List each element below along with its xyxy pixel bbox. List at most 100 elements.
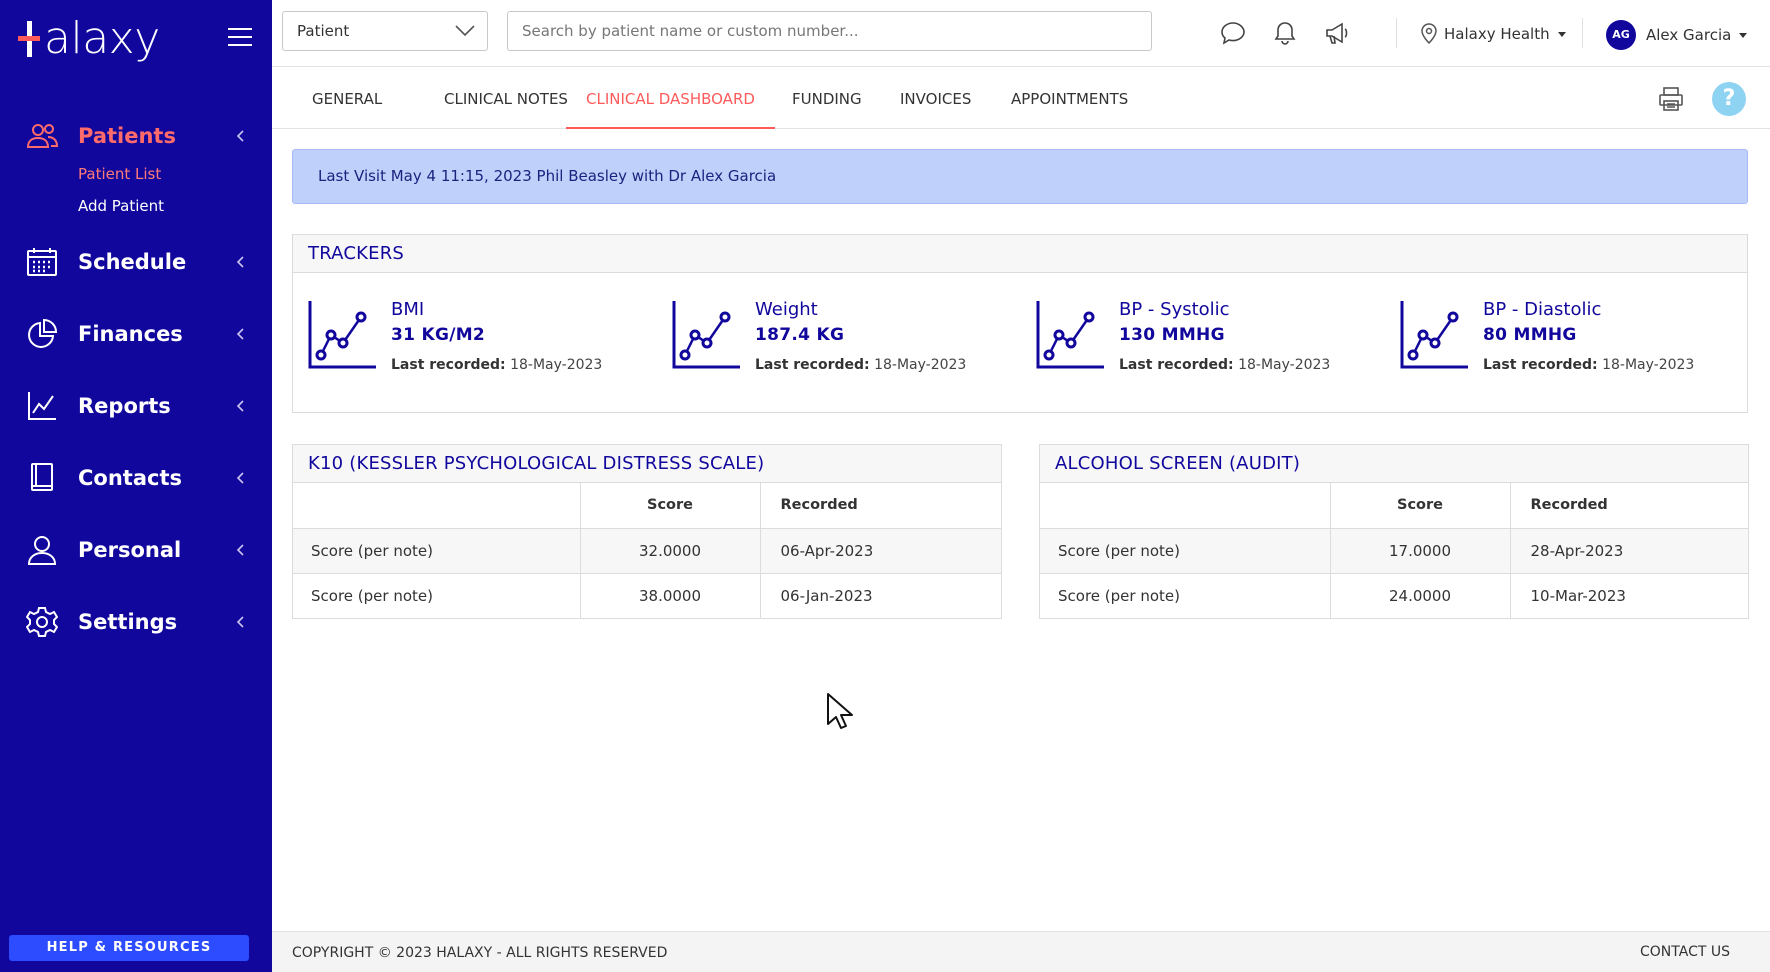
location-pin-icon [1421, 23, 1437, 45]
halaxy-logo[interactable]: alaxy [18, 14, 160, 64]
tracker-name: BP - Systolic [1119, 299, 1230, 320]
sidebar-nav: Patients Patient List Add Patient Schedu… [0, 100, 272, 658]
sidebar-item-reports[interactable]: Reports [0, 370, 272, 442]
mouse-cursor-icon [827, 693, 853, 729]
help-resources-button[interactable]: HELP & RESOURCES [9, 935, 249, 961]
chevron-left-icon [236, 400, 244, 412]
sidebar-item-patients[interactable]: Patients [0, 100, 272, 172]
hamburger-menu-icon[interactable] [228, 28, 252, 48]
logo-text: alaxy [44, 13, 160, 64]
top-bar: Patient Halaxy Health AG Alex Garcia [272, 0, 1770, 67]
footer: COPYRIGHT © 2023 HALAXY - ALL RIGHTS RES… [272, 931, 1770, 972]
panel-title: ALCOHOL SCREEN (AUDIT) [1040, 445, 1748, 483]
person-icon [26, 534, 58, 566]
megaphone-icon[interactable] [1324, 20, 1350, 46]
table-header-row: Score Recorded [1040, 483, 1748, 529]
row-recorded: 06-Jan-2023 [760, 573, 1001, 619]
sidebar: alaxy Patients Patient List Add Patient … [0, 0, 272, 972]
bell-icon[interactable] [1272, 20, 1298, 46]
sidebar-item-label: Patients [78, 124, 176, 148]
tab-clinical-notes[interactable]: CLINICAL NOTES [424, 68, 588, 129]
tab-invoices[interactable]: INVOICES [880, 68, 991, 129]
tracker-bp-diastolic[interactable]: BP - Diastolic 80 MMHG Last recorded: 18… [1385, 299, 1725, 379]
table-row[interactable]: Score (per note) 32.0000 06-Apr-2023 [293, 528, 1001, 574]
user-name: Alex Garcia [1646, 26, 1732, 44]
chevron-left-icon [236, 616, 244, 628]
patient-tabs: GENERAL CLINICAL NOTES CLINICAL DASHBOAR… [272, 68, 1770, 129]
chevron-left-icon [236, 544, 244, 556]
row-label: Score (per note) [293, 573, 581, 619]
row-label: Score (per note) [293, 528, 581, 574]
patients-icon [26, 120, 58, 152]
tracker-last-recorded: Last recorded: 18-May-2023 [1483, 357, 1695, 373]
chat-icon[interactable] [1220, 20, 1246, 46]
tracker-value: 31 KG/M2 [391, 325, 486, 345]
tracker-bmi[interactable]: BMI 31 KG/M2 Last recorded: 18-May-2023 [293, 299, 633, 379]
sidebar-item-settings[interactable]: Settings [0, 586, 272, 658]
row-recorded: 06-Apr-2023 [760, 528, 1001, 574]
tracker-value: 80 MMHG [1483, 325, 1577, 345]
sidebar-item-schedule[interactable]: Schedule [0, 226, 272, 298]
tab-appointments[interactable]: APPOINTMENTS [991, 68, 1148, 129]
tracker-last-recorded: Last recorded: 18-May-2023 [1119, 357, 1331, 373]
row-score: 24.0000 [1330, 573, 1511, 619]
column-header-score: Score [1330, 483, 1511, 529]
row-recorded: 28-Apr-2023 [1510, 528, 1748, 574]
patient-search-input[interactable] [507, 11, 1152, 51]
tracker-name: BMI [391, 299, 425, 320]
tracker-value: 130 MMHG [1119, 325, 1225, 345]
sidebar-item-label: Reports [78, 394, 171, 418]
chevron-left-icon [236, 130, 244, 142]
chevron-down-icon [455, 25, 475, 37]
sidebar-item-finances[interactable]: Finances [0, 298, 272, 370]
table-row[interactable]: Score (per note) 24.0000 10-Mar-2023 [1040, 573, 1748, 619]
pie-chart-icon [26, 318, 58, 350]
user-menu[interactable]: AG Alex Garcia [1606, 20, 1748, 50]
panel-title: TRACKERS [293, 235, 1747, 273]
column-header [293, 483, 581, 529]
patient-type-select[interactable]: Patient [282, 11, 488, 51]
tracker-bp-systolic[interactable]: BP - Systolic 130 MMHG Last recorded: 18… [1021, 299, 1361, 379]
calendar-icon [26, 246, 58, 278]
sidebar-item-label: Finances [78, 322, 183, 346]
contact-us-link[interactable]: CONTACT US [1640, 944, 1730, 960]
tracker-last-recorded: Last recorded: 18-May-2023 [391, 357, 603, 373]
divider [1396, 18, 1397, 48]
row-label: Score (per note) [1040, 573, 1331, 619]
tracker-weight[interactable]: Weight 187.4 KG Last recorded: 18-May-20… [657, 299, 997, 379]
subnav-add-patient[interactable]: Add Patient [78, 190, 272, 222]
sidebar-item-personal[interactable]: Personal [0, 514, 272, 586]
last-visit-banner: Last Visit May 4 11:15, 2023 Phil Beasle… [292, 149, 1748, 204]
chevron-left-icon [236, 328, 244, 340]
location-dropdown[interactable]: Halaxy Health [1420, 20, 1566, 48]
column-header-recorded: Recorded [760, 483, 1001, 529]
printer-icon[interactable] [1658, 86, 1684, 112]
tracker-name: BP - Diastolic [1483, 299, 1602, 320]
tab-general[interactable]: GENERAL [292, 68, 402, 129]
table-row[interactable]: Score (per note) 17.0000 28-Apr-2023 [1040, 528, 1748, 574]
audit-table: Score Recorded Score (per note) 17.0000 … [1040, 483, 1748, 619]
location-name: Halaxy Health [1444, 25, 1550, 43]
table-row[interactable]: Score (per note) 38.0000 06-Jan-2023 [293, 573, 1001, 619]
sidebar-item-contacts[interactable]: Contacts [0, 442, 272, 514]
row-label: Score (per note) [1040, 528, 1331, 574]
column-header-score: Score [580, 483, 761, 529]
help-icon[interactable]: ? [1712, 82, 1746, 116]
caret-down-icon [1557, 31, 1566, 37]
chevron-left-icon [236, 256, 244, 268]
tracker-last-recorded: Last recorded: 18-May-2023 [755, 357, 967, 373]
table-header-row: Score Recorded [293, 483, 1001, 529]
line-chart-icon [26, 390, 58, 422]
sidebar-item-label: Personal [78, 538, 182, 562]
tracker-value: 187.4 KG [755, 325, 845, 345]
tab-funding[interactable]: FUNDING [772, 68, 882, 129]
avatar: AG [1606, 20, 1636, 50]
column-header-recorded: Recorded [1510, 483, 1748, 529]
tab-clinical-dashboard[interactable]: CLINICAL DASHBOARD [566, 68, 775, 129]
row-score: 38.0000 [580, 573, 761, 619]
alcohol-screen-panel: ALCOHOL SCREEN (AUDIT) Score Recorded Sc… [1039, 444, 1749, 619]
tracker-name: Weight [755, 299, 818, 320]
trackers-panel: TRACKERS BMI 31 KG/M2 Last recorded: 18-… [292, 234, 1748, 413]
row-score: 17.0000 [1330, 528, 1511, 574]
tracker-chart-icon [308, 301, 376, 369]
